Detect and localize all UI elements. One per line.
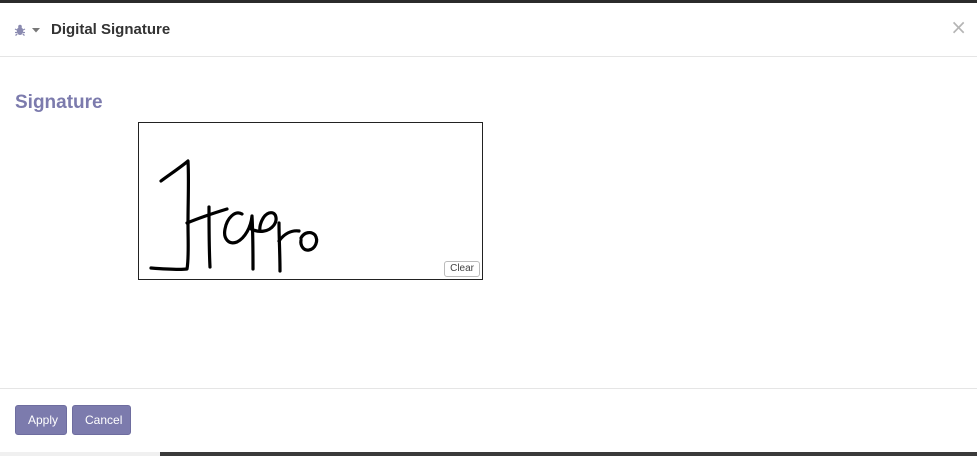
- clear-button[interactable]: Clear: [444, 261, 480, 277]
- background-strip: [0, 452, 977, 456]
- dialog-title: Digital Signature: [51, 21, 171, 38]
- dialog-header: Digital Signature ×: [0, 3, 977, 57]
- section-title: Signature: [15, 92, 103, 113]
- debug-menu-toggle[interactable]: [14, 21, 42, 39]
- signature-drawing: [149, 159, 319, 273]
- dialog-body: Signature Clear: [0, 57, 977, 388]
- apply-button[interactable]: Apply: [15, 405, 67, 435]
- bug-icon: [14, 24, 26, 36]
- cancel-button[interactable]: Cancel: [72, 405, 131, 435]
- caret-down-icon: [32, 27, 40, 33]
- dialog-footer: Apply Cancel: [0, 388, 977, 452]
- background-strip-segment: [0, 452, 160, 456]
- signature-pad[interactable]: Clear: [138, 122, 483, 280]
- signature-dialog: Digital Signature × Signature Clear Appl…: [0, 3, 977, 452]
- close-button[interactable]: ×: [950, 17, 967, 37]
